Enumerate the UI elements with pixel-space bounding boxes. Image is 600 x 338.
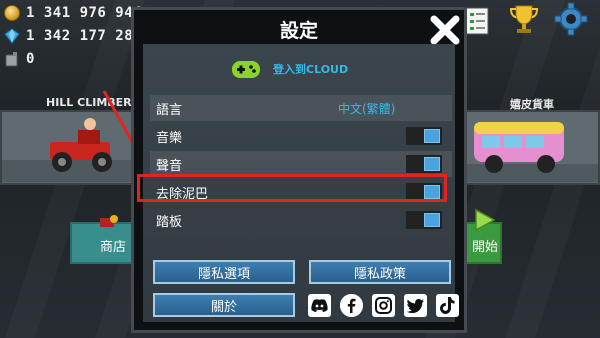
gems-value: 1 342 177 288 xyxy=(26,28,143,44)
coin-icon xyxy=(4,5,20,21)
remove-mud-label: 去除泥巴 xyxy=(156,186,209,202)
language-value[interactable]: 中文(繁體) xyxy=(338,100,395,117)
discord-icon xyxy=(311,299,328,312)
privacy-policy-button[interactable]: 隱私政策 xyxy=(309,260,451,284)
toggle-knob xyxy=(424,213,440,227)
toggle-knob xyxy=(424,157,440,171)
gamepad-icon xyxy=(232,61,260,78)
language-label: 語言 xyxy=(156,102,183,118)
music-toggle[interactable] xyxy=(406,127,442,145)
shop-cart-icon xyxy=(100,215,118,227)
remove-mud-row: 去除泥巴 xyxy=(150,179,452,205)
fuel-counter: 0 xyxy=(4,50,35,68)
tiktok-button[interactable] xyxy=(436,294,459,317)
pedals-label: 踏板 xyxy=(156,214,183,230)
hippie-van-image xyxy=(464,122,598,182)
dialog-title: 設定 xyxy=(279,20,318,42)
pedals-toggle[interactable] xyxy=(406,211,442,229)
trophy-icon[interactable] xyxy=(507,2,541,36)
sound-row: 聲音 xyxy=(150,151,452,177)
settings-panel: 登入到CLOUD 語言 中文(繁體) 音樂 聲音 去除泥巴 踏板 隱私選項 隱私… xyxy=(143,44,455,322)
start-label: 開始 xyxy=(472,240,499,255)
right-vehicle-card[interactable] xyxy=(462,110,600,185)
discord-button[interactable] xyxy=(308,294,331,317)
pedals-row: 踏板 xyxy=(150,207,452,233)
sound-label: 聲音 xyxy=(156,158,183,174)
remove-mud-toggle[interactable] xyxy=(406,183,442,201)
facebook-icon xyxy=(340,294,363,317)
shop-button[interactable]: 商店 xyxy=(70,215,135,264)
fuel-value: 0 xyxy=(26,51,35,67)
play-arrow-icon xyxy=(475,208,496,232)
about-button[interactable]: 關於 xyxy=(153,293,295,317)
jeep-image xyxy=(2,118,132,182)
music-row: 音樂 xyxy=(150,123,452,149)
sound-toggle[interactable] xyxy=(406,155,442,173)
tiktok-icon xyxy=(440,297,455,314)
settings-dialog: 設定 登入到CLOUD 語言 中文(繁體) 音樂 聲音 去除泥巴 踏板 隱私選項… xyxy=(131,7,467,333)
privacy-options-button[interactable]: 隱私選項 xyxy=(153,260,295,284)
cloud-login-label: 登入到CLOUD xyxy=(273,63,349,76)
twitter-button[interactable] xyxy=(404,294,427,317)
toggle-knob xyxy=(424,129,440,143)
left-vehicle-name: HILL CLIMBER xyxy=(46,96,132,109)
shop-label: 商店 xyxy=(100,240,127,255)
language-row[interactable]: 語言 中文(繁體) xyxy=(150,95,452,121)
close-button[interactable] xyxy=(427,13,463,47)
twitter-icon xyxy=(407,298,424,313)
instagram-icon xyxy=(375,297,392,314)
checklist-icon[interactable] xyxy=(462,2,496,36)
close-icon xyxy=(430,15,460,45)
coins-counter: 1 341 976 944 xyxy=(4,4,142,22)
cloud-login-button[interactable]: 登入到CLOUD xyxy=(231,58,348,80)
gems-counter: 1 342 177 288 xyxy=(4,27,142,45)
instagram-button[interactable] xyxy=(372,294,395,317)
coins-value: 1 341 976 944 xyxy=(26,5,143,21)
fuel-can-icon xyxy=(5,52,18,67)
left-vehicle-card[interactable] xyxy=(0,110,135,185)
music-label: 音樂 xyxy=(156,130,183,146)
toggle-knob xyxy=(424,185,440,199)
settings-gear-icon[interactable] xyxy=(554,2,588,36)
gem-icon xyxy=(4,28,20,44)
facebook-button[interactable] xyxy=(340,294,363,317)
